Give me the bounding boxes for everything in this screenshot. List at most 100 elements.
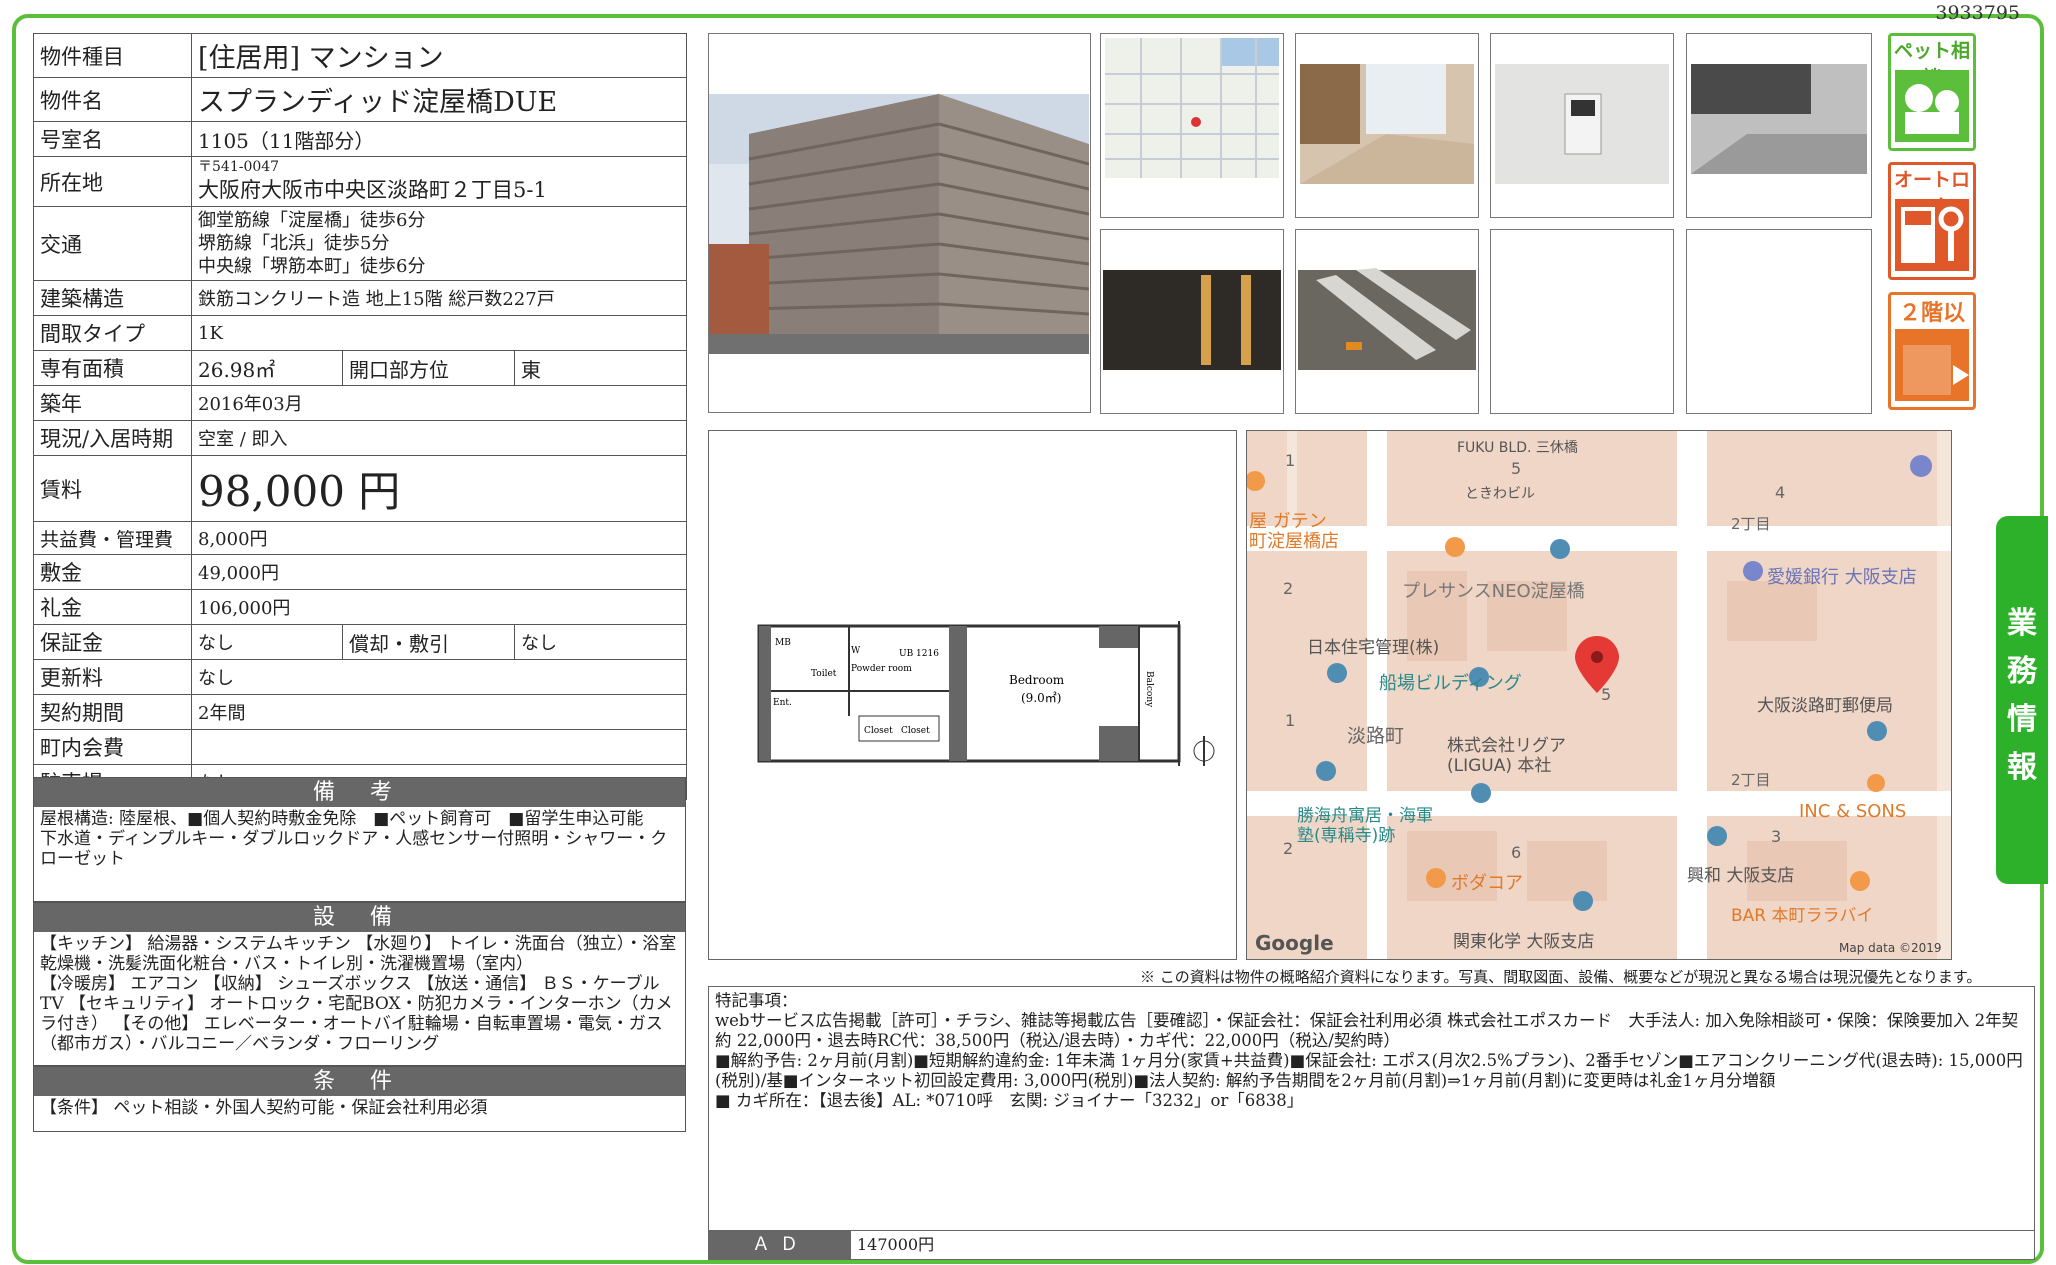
name-label: 物件名 [33,77,192,122]
postal-code: 〒541-0047 [198,158,280,175]
google-logo: Google [1255,931,1334,955]
room-label: 号室名 [33,121,192,157]
area-map[interactable]: FUKU BLD. 三休橋 ときわビル 屋 ガテン 町淀屋橋店 プレサンスNEO… [1246,430,1952,960]
floor-plan-toilet: Toilet [811,669,837,679]
ad-label: ＡＤ [709,1231,851,1259]
room-value: 1105（11階部分） [191,121,687,157]
map-label: 日本住宅管理(株) [1307,638,1440,658]
transport-line: 御堂筋線「淀屋橋」徒歩6分 [198,210,426,231]
pet-badge: ペット相談 [1888,33,1976,151]
corridor-photo-image [1691,64,1867,174]
conditions-title: 条 件 [34,1067,685,1096]
map-label: ボダコア [1451,873,1523,894]
floor-plan-bedroom-size: (9.0㎡) [1021,691,1061,705]
ad-value: 147000円 [857,1235,935,1254]
conditions-text: 【条件】 ペット相談・外国人契約可能・保証会社利用必須 [40,1098,488,1118]
community-fee-label: 町内会費 [33,729,192,765]
floor-plan-bedroom: Bedroom [1009,673,1065,687]
equipment-text: 【キッチン】 給湯器・システムキッチン 【水廻り】 トイレ・洗面台（独立）・浴室… [40,934,677,1054]
equipment-section: 設 備 【キッチン】 給湯器・システムキッチン 【水廻り】 トイレ・洗面台（独立… [33,902,686,1066]
direction-value: 東 [514,350,687,386]
fee-value: 8,000円 [191,521,687,555]
community-fee-value [191,729,687,765]
address-label: 所在地 [33,156,192,207]
key-money-label: 礼金 [33,589,192,625]
empty-photo-slot [1490,229,1674,414]
map-label: FUKU BLD. 三休橋 [1457,440,1578,456]
contract-label: 契約期間 [33,694,192,730]
map-block-number: 6 [1511,843,1522,862]
map-label: BAR 本町ララバイ [1731,906,1874,926]
second-floor-badge: ２階以上 [1888,292,1976,410]
floor-plan-powder: Powder room [851,664,912,674]
map-label: 2丁目 [1731,771,1771,789]
map-label: 興和 大阪支店 [1687,866,1795,886]
amortization-value: なし [514,624,687,660]
lobby-photo-image [1103,270,1281,370]
transport-cell: 御堂筋線「淀屋橋」徒歩6分 堺筋線「北浜」徒歩5分 中央線「堺筋本町」徒歩6分 [191,206,687,281]
layout-label: 間取タイプ [33,315,192,351]
autolock-badge: オートロック [1888,162,1976,280]
corridor-photo[interactable] [1686,33,1872,218]
map-label: ときわビル [1465,486,1535,502]
map-block-number: 2 [1283,839,1294,858]
built-label: 築年 [33,385,192,421]
rent-label: 賃料 [33,455,192,522]
built-value: 2016年03月 [191,385,687,421]
renewal-label: 更新料 [33,659,192,695]
property-name: スプランディッド淀屋橋DUE [191,77,687,122]
building-icon [1895,329,1969,401]
floor-plan-ent: Ent. [773,698,792,708]
map-label: 愛媛銀行 大阪支店 [1767,567,1917,588]
building-photo[interactable] [708,33,1091,413]
transport-label: 交通 [33,206,192,281]
direction-label: 開口部方位 [342,350,515,386]
entrance-photo[interactable] [1295,33,1479,218]
map-label: 2丁目 [1731,515,1771,533]
special-notes-text: 特記事項： webサービス広告掲載［許可］・チラシ、雑誌等掲載広告［要確認］・保… [715,991,2023,1110]
map-label: 大阪淡路町郵便局 [1757,696,1893,716]
structure-label: 建築構造 [33,280,192,316]
deposit-value: 49,000円 [191,554,687,590]
area-label: 専有面積 [33,350,192,386]
layout-value: 1K [191,315,687,351]
deposit-label: 敷金 [33,554,192,590]
entrance-photo-image [1300,64,1474,184]
document-id: 3933795 [1935,2,2020,24]
floor-plan-ub: UB 1216 [899,649,939,659]
empty-photo-slot [1686,229,1872,414]
disclaimer-note: ※ この資料は物件の概略紹介資料になります。写真、間取図面、設備、概要などが現況… [1140,968,1982,986]
building-photo-image [709,94,1090,354]
renewal-value: なし [191,659,687,695]
map-thumbnail[interactable] [1100,33,1284,218]
map-label: (LIGUA) 本社 [1447,756,1552,776]
status-value: 空室 / 即入 [191,420,687,456]
business-info-tab[interactable]: 業 務 情 報 [1996,516,2048,884]
intercom-photo[interactable] [1490,33,1674,218]
fee-label: 共益費・管理費 [33,521,192,555]
transport-line: 中央線「堺筋本町」徒歩6分 [198,256,426,277]
area-value: 26.98㎡ [191,350,343,386]
guarantee-value: なし [191,624,343,660]
floor-plan-w: W [851,646,861,656]
storage-photo-image [1298,268,1476,370]
remarks-text: 屋根構造: 陸屋根、■個人契約時敷金免除 ■ペット飼育可 ■留学生申込可能 下水… [40,809,668,869]
storage-photo[interactable] [1295,229,1479,414]
map-label: 塾(専稱寺)跡 [1297,826,1396,846]
remarks-section: 備 考 屋根構造: 陸屋根、■個人契約時敷金免除 ■ペット飼育可 ■留学生申込可… [33,777,686,902]
floor-plan[interactable]: MB Toilet W Powder room UB 1216 Ent. Clo… [708,430,1237,960]
map-label: 船場ビルディング [1379,673,1522,694]
map-block-number: 5 [1511,459,1522,478]
map-block-number: 1 [1285,711,1296,730]
transport-line: 堺筋線「北浜」徒歩5分 [198,233,390,254]
remarks-title: 備 考 [34,778,685,807]
special-notes: 特記事項： webサービス広告掲載［許可］・チラシ、雑誌等掲載広告［要確認］・保… [708,986,2035,1260]
rent-value: 98,000 円 [191,455,687,522]
contract-value: 2年間 [191,694,687,730]
map-block-number: 2 [1283,579,1294,598]
amortization-label: 償却・敷引 [342,624,515,660]
lock-icon [1895,199,1969,271]
lobby-photo[interactable] [1100,229,1284,414]
map-block-number: 4 [1775,483,1786,502]
map-block-number: 3 [1771,827,1782,846]
